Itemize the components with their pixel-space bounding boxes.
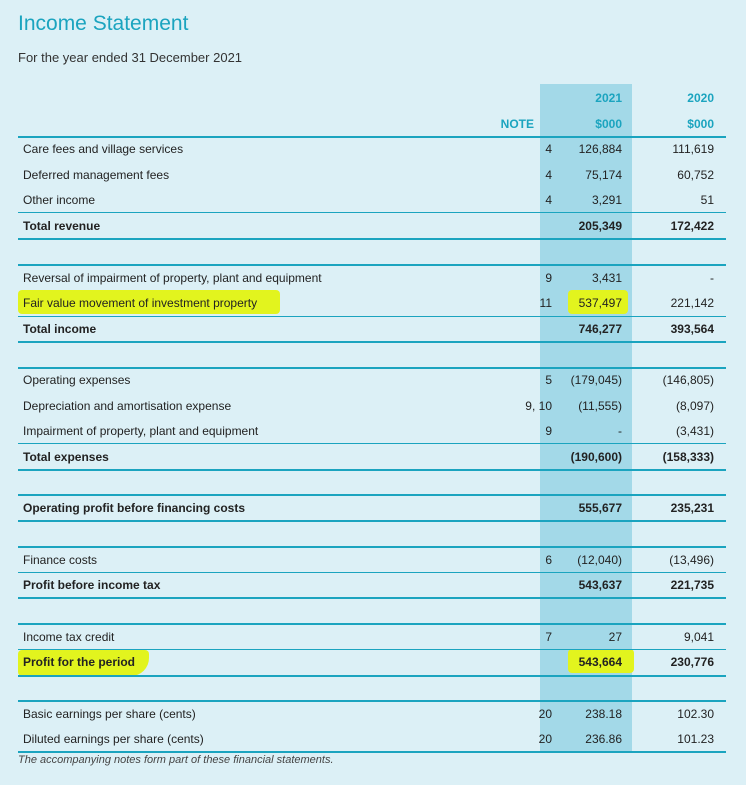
row-value-2021: (12,040) bbox=[577, 553, 622, 567]
header-2020: 2020 bbox=[687, 91, 714, 105]
row-value-2020: 172,422 bbox=[670, 219, 714, 233]
table-row: Income tax credit 7 27 9,041 bbox=[18, 624, 726, 649]
row-label: Impairment of property, plant and equipm… bbox=[23, 424, 259, 438]
row-label: Profit for the period bbox=[23, 655, 135, 669]
row-value-2020: (8,097) bbox=[675, 399, 714, 413]
table-row: Diluted earnings per share (cents) 20 23… bbox=[18, 726, 726, 751]
page-title: Income Statement bbox=[18, 12, 189, 35]
row-label: Reversal of impairment of property, plan… bbox=[23, 271, 322, 285]
header-unit-2021: $000 bbox=[595, 117, 622, 131]
divider bbox=[18, 238, 726, 240]
row-label: Finance costs bbox=[23, 553, 98, 567]
row-value-2021: 3,431 bbox=[591, 271, 622, 285]
table-row: Operating expenses 5 (179,045) (146,805) bbox=[18, 367, 726, 392]
row-value-2020: 221,142 bbox=[670, 296, 714, 310]
table-row: Impairment of property, plant and equipm… bbox=[18, 418, 726, 443]
row-label: Operating profit before financing costs bbox=[23, 501, 246, 515]
row-label: Basic earnings per share (cents) bbox=[23, 707, 196, 721]
divider bbox=[18, 751, 726, 753]
divider bbox=[18, 520, 726, 522]
table-row: Basic earnings per share (cents) 20 238.… bbox=[18, 701, 726, 726]
table-row: Finance costs 6 (12,040) (13,496) bbox=[18, 547, 726, 572]
row-value-2021: 238.18 bbox=[585, 707, 622, 721]
row-value-2020: 51 bbox=[700, 193, 714, 207]
row-label: Depreciation and amortisation expense bbox=[23, 399, 232, 413]
row-value-2021: (11,555) bbox=[578, 399, 622, 413]
row-value-2020: 235,231 bbox=[670, 501, 714, 515]
row-label: Income tax credit bbox=[23, 630, 115, 644]
row-value-2021: 126,884 bbox=[578, 142, 622, 156]
divider bbox=[18, 341, 726, 343]
row-value-2021: 236.86 bbox=[585, 732, 622, 746]
row-value-2021: 555,677 bbox=[578, 501, 622, 515]
row-value-2021: 537,497 bbox=[578, 296, 622, 310]
row-value-2021: 746,277 bbox=[578, 322, 622, 336]
row-label: Total expenses bbox=[23, 450, 109, 464]
footnote: The accompanying notes form part of thes… bbox=[18, 754, 334, 766]
table-row: Deferred management fees 4 75,174 60,752 bbox=[18, 162, 726, 187]
total-row: Total income 746,277 393,564 bbox=[18, 316, 726, 341]
table-row: Depreciation and amortisation expense 9,… bbox=[18, 393, 726, 418]
row-value-2021: 543,637 bbox=[578, 578, 622, 592]
row-value-2020: 393,564 bbox=[670, 322, 714, 336]
page-subtitle: For the year ended 31 December 2021 bbox=[18, 50, 243, 65]
header-2021: 2021 bbox=[595, 91, 622, 105]
row-value-2020: (3,431) bbox=[675, 424, 714, 438]
total-row: Total revenue 205,349 172,422 bbox=[18, 213, 726, 238]
row-label: Total revenue bbox=[23, 219, 101, 233]
row-value-2020: 60,752 bbox=[677, 168, 714, 182]
row-value-2021: 27 bbox=[608, 630, 622, 644]
row-value-2020: 111,619 bbox=[672, 142, 714, 156]
row-value-2021: (179,045) bbox=[570, 373, 622, 387]
total-row: Profit for the period 543,664 230,776 bbox=[18, 649, 726, 674]
table-row: Other income 4 3,291 51 bbox=[18, 187, 726, 212]
row-label: Profit before income tax bbox=[23, 578, 161, 592]
total-row: Total expenses (190,600) (158,333) bbox=[18, 444, 726, 469]
row-value-2020: - bbox=[710, 271, 714, 285]
row-label: Total income bbox=[23, 322, 97, 336]
row-value-2021: - bbox=[618, 424, 622, 438]
row-value-2020: (146,805) bbox=[662, 373, 714, 387]
row-value-2021: 75,174 bbox=[585, 168, 622, 182]
row-value-2020: (158,333) bbox=[662, 450, 714, 464]
row-value-2020: (13,496) bbox=[669, 553, 714, 567]
row-value-2021: (190,600) bbox=[570, 450, 622, 464]
row-label: Operating expenses bbox=[23, 373, 131, 387]
row-label: Diluted earnings per share (cents) bbox=[23, 732, 204, 746]
header-note: NOTE bbox=[500, 117, 534, 131]
total-row: Operating profit before financing costs … bbox=[18, 495, 726, 520]
divider bbox=[18, 675, 726, 677]
row-value-2020: 221,735 bbox=[670, 578, 714, 592]
total-row: Profit before income tax 543,637 221,735 bbox=[18, 572, 726, 597]
row-value-2020: 230,776 bbox=[670, 655, 714, 669]
row-value-2020: 101.23 bbox=[677, 732, 714, 746]
table-row: Fair value movement of investment proper… bbox=[18, 290, 726, 315]
row-label: Other income bbox=[23, 193, 96, 207]
row-label: Deferred management fees bbox=[23, 168, 170, 182]
table-row: Care fees and village services 4 126,884… bbox=[18, 136, 726, 161]
divider bbox=[18, 469, 726, 471]
row-value-2021: 205,349 bbox=[578, 219, 622, 233]
row-value-2021: 3,291 bbox=[591, 193, 622, 207]
divider bbox=[18, 597, 726, 599]
row-value-2020: 9,041 bbox=[683, 630, 714, 644]
table-row: Reversal of impairment of property, plan… bbox=[18, 265, 726, 290]
row-value-2021: 543,664 bbox=[578, 655, 622, 669]
row-label: Care fees and village services bbox=[23, 142, 184, 156]
row-label: Fair value movement of investment proper… bbox=[23, 296, 258, 310]
row-value-2020: 102.30 bbox=[677, 707, 714, 721]
header-unit-2020: $000 bbox=[687, 117, 714, 131]
